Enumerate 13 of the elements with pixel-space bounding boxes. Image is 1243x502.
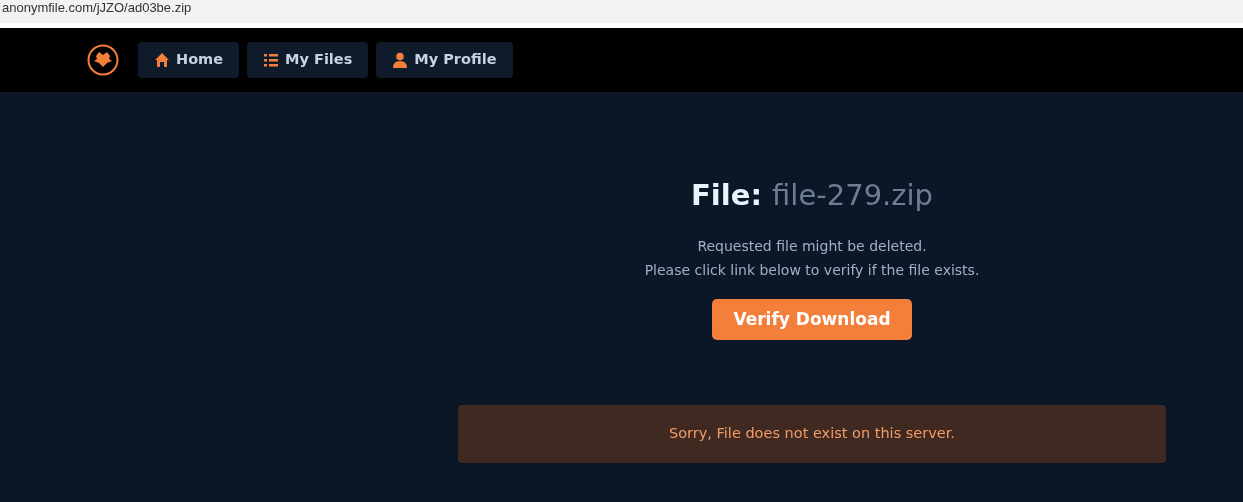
file-label: File: (691, 178, 762, 212)
nav-button[interactable]: My Files (247, 42, 369, 78)
notice-text: Please click link below to verify if the file exists. (643, 260, 981, 280)
error-alert: Sorry, File does not exist on this server. (458, 405, 1166, 463)
home-icon (154, 52, 170, 68)
user-icon (392, 52, 409, 68)
nav-button[interactable]: My Profile (376, 42, 513, 78)
file-name: file-279.zip (772, 178, 933, 212)
notice-text: Requested file might be deleted. (696, 236, 928, 256)
nav-button[interactable]: Home (138, 42, 240, 78)
list-icon (263, 52, 280, 68)
address-bar[interactable]: anonymfile.com/jJZO/ad03be.zip (0, 0, 1243, 23)
logo-icon[interactable] (87, 44, 119, 76)
